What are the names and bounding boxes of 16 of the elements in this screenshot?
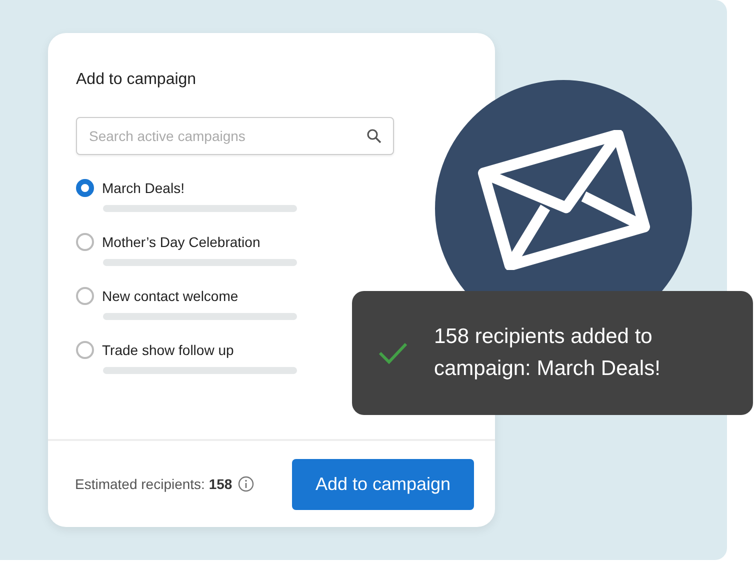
radio-button[interactable] bbox=[76, 233, 94, 251]
radio-button[interactable] bbox=[76, 287, 94, 305]
toast-message: 158 recipients added to campaign: March Deals! bbox=[434, 324, 662, 382]
radio-button[interactable] bbox=[76, 341, 94, 359]
campaign-label[interactable]: March Deals! bbox=[102, 180, 184, 196]
campaign-label[interactable]: Mother’s Day Celebration bbox=[102, 234, 260, 250]
dialog-title: Add to campaign bbox=[76, 71, 198, 90]
search-field[interactable]: Search active campaigns bbox=[76, 117, 394, 155]
info-icon[interactable] bbox=[238, 476, 254, 492]
add-to-campaign-button[interactable]: Add to campaign bbox=[292, 458, 474, 510]
campaign-label[interactable]: Trade show follow up bbox=[102, 342, 234, 358]
check-icon bbox=[378, 341, 408, 365]
campaign-label[interactable]: New contact welcome bbox=[102, 288, 238, 304]
estimated-recipients: Estimated recipients: 158 bbox=[75, 476, 232, 492]
search-icon bbox=[366, 128, 382, 144]
radio-button[interactable] bbox=[76, 179, 94, 197]
